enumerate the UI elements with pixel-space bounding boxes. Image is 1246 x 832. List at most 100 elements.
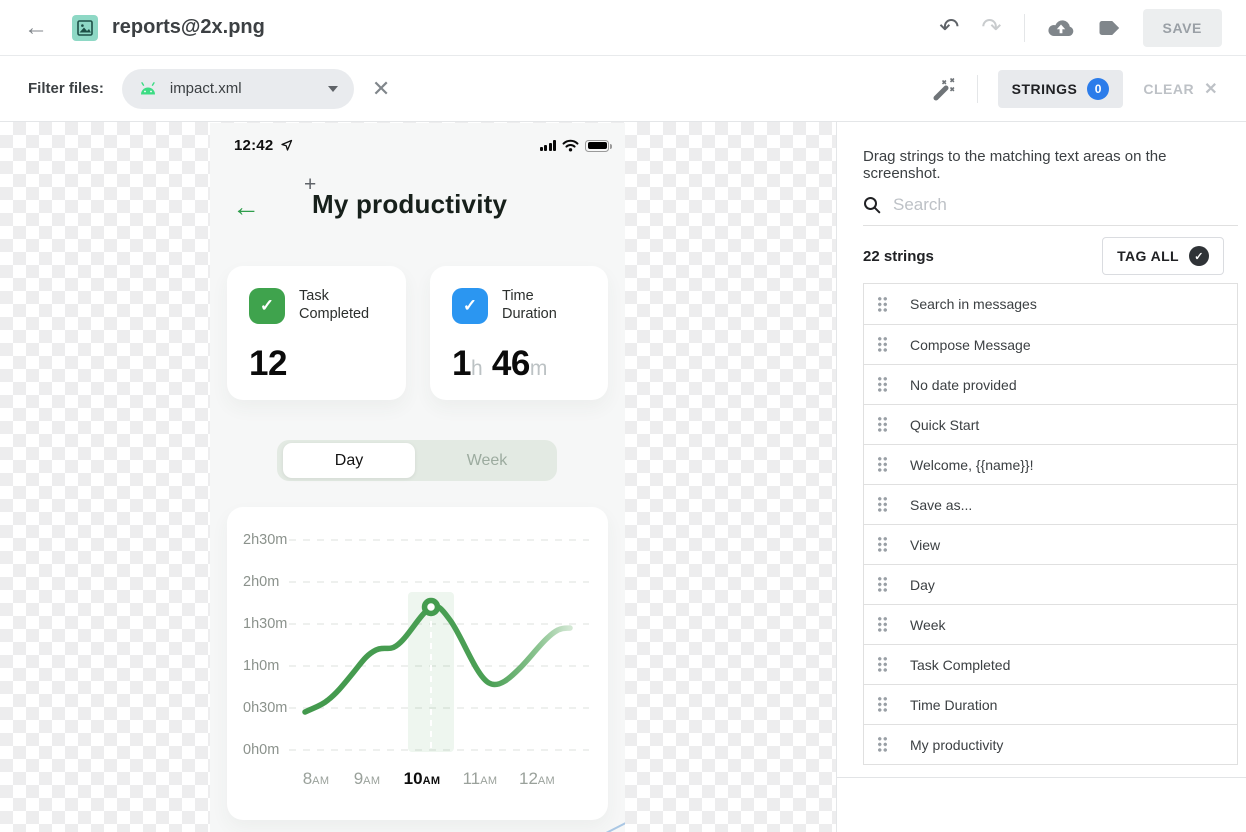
- divider: [977, 75, 978, 103]
- close-icon: ✕: [1204, 79, 1218, 99]
- drag-handle-icon[interactable]: [877, 576, 888, 593]
- strings-panel: Drag strings to the matching text areas …: [836, 122, 1246, 832]
- tag-icon: [1097, 19, 1121, 37]
- screenshot-editor: ← reports@2x.png ↶ ↷: [0, 0, 1246, 832]
- y-tick: 0h0m: [243, 742, 279, 758]
- undo-button[interactable]: ↶: [939, 16, 959, 40]
- top-bar: ← reports@2x.png ↶ ↷: [0, 0, 1246, 56]
- clear-file-filter-button[interactable]: ✕: [372, 76, 390, 102]
- blue-check-icon: ✓: [452, 288, 488, 324]
- tag-button[interactable]: [1097, 19, 1121, 37]
- battery-icon: [585, 140, 609, 152]
- productivity-chart-card: 2h30m 2h0m 1h30m 1h0m 0h30m 0h0m 8AM 9AM…: [227, 507, 608, 820]
- drag-handle-icon[interactable]: [877, 736, 888, 753]
- search-row: [863, 184, 1238, 226]
- cellular-signal-icon: [540, 140, 557, 151]
- selected-file-label: impact.xml: [170, 80, 242, 97]
- string-list-item[interactable]: Time Duration: [864, 684, 1237, 724]
- panel-instruction: Drag strings to the matching text areas …: [863, 148, 1246, 182]
- drag-handle-icon[interactable]: [877, 616, 888, 633]
- string-list-item[interactable]: No date provided: [864, 364, 1237, 404]
- y-tick: 1h0m: [243, 658, 279, 674]
- task-completed-card: ✓ Task Completed 12: [227, 266, 406, 400]
- strings-count-label: 22 strings: [863, 248, 934, 265]
- upload-button[interactable]: [1047, 18, 1075, 38]
- save-button[interactable]: SAVE: [1143, 9, 1223, 47]
- tagged-strings-count-badge: 0: [1087, 78, 1109, 100]
- divider: [1024, 14, 1025, 42]
- redo-button[interactable]: ↷: [981, 16, 1001, 40]
- panel-divider: [837, 777, 1246, 778]
- magic-wand-icon: [927, 74, 957, 104]
- string-list-item[interactable]: Quick Start: [864, 404, 1237, 444]
- tab-day[interactable]: Day: [283, 443, 415, 478]
- strings-toggle-button[interactable]: STRINGS 0: [998, 70, 1124, 108]
- string-list-item[interactable]: Save as...: [864, 484, 1237, 524]
- tag-all-label: TAG ALL: [1117, 248, 1179, 264]
- drag-handle-icon[interactable]: [877, 536, 888, 553]
- y-tick: 0h30m: [243, 700, 287, 716]
- status-icons: [540, 139, 610, 152]
- string-list-item[interactable]: Day: [864, 564, 1237, 604]
- filter-bar: Filter files: impact.xml ✕: [0, 56, 1246, 122]
- time-duration-card: ✓ Time Duration 1h 46m: [430, 266, 608, 400]
- drag-handle-icon[interactable]: [877, 296, 888, 313]
- drag-handle-icon[interactable]: [877, 416, 888, 433]
- string-list-item[interactable]: Welcome, {{name}}!: [864, 444, 1237, 484]
- card-label: Time Duration: [502, 287, 557, 323]
- task-completed-value: 12: [249, 344, 287, 384]
- search-icon: [863, 196, 881, 214]
- back-button[interactable]: ←: [24, 16, 48, 40]
- filter-bar-actions: STRINGS 0 CLEAR ✕: [927, 70, 1218, 108]
- check-circle-icon: ✓: [1189, 246, 1209, 266]
- tab-week[interactable]: Week: [417, 440, 557, 481]
- phone-screenshot[interactable]: 12:42 + ← My product: [210, 123, 625, 832]
- drag-handle-icon[interactable]: [877, 336, 888, 353]
- image-file-icon: [72, 15, 98, 41]
- phone-page-title: My productivity: [312, 189, 507, 220]
- peak-marker: [425, 601, 438, 614]
- string-list-item[interactable]: Week: [864, 604, 1237, 644]
- tag-all-button[interactable]: TAG ALL ✓: [1102, 237, 1224, 275]
- auto-tag-wand-button[interactable]: [927, 74, 957, 104]
- drag-handle-icon[interactable]: [877, 456, 888, 473]
- string-list-item[interactable]: Compose Message: [864, 324, 1237, 364]
- top-bar-actions: ↶ ↷ SAVE: [939, 9, 1222, 47]
- x-tick: 8AM: [303, 769, 330, 789]
- green-check-icon: ✓: [249, 288, 285, 324]
- search-input[interactable]: [893, 195, 1238, 215]
- document-title: reports@2x.png: [112, 16, 265, 39]
- drag-handle-icon[interactable]: [877, 496, 888, 513]
- android-icon: [138, 82, 158, 96]
- day-week-segmented-control: Day Week: [277, 440, 557, 481]
- string-list-item[interactable]: Search in messages: [864, 284, 1237, 324]
- x-tick-selected: 10AM: [404, 769, 441, 789]
- redo-icon: ↷: [981, 16, 1001, 40]
- undo-icon: ↶: [939, 16, 959, 40]
- location-arrow-icon: [280, 139, 293, 152]
- filter-files-label: Filter files:: [28, 80, 104, 97]
- string-list-item[interactable]: My productivity: [864, 724, 1237, 764]
- status-time: 12:42: [234, 137, 273, 154]
- clear-tags-button[interactable]: CLEAR ✕: [1143, 79, 1218, 99]
- drag-handle-icon[interactable]: [877, 376, 888, 393]
- strings-button-label: STRINGS: [1012, 81, 1078, 97]
- wifi-icon: [562, 139, 579, 152]
- file-filter-dropdown[interactable]: impact.xml: [122, 69, 354, 109]
- x-tick: 12AM: [519, 769, 555, 789]
- string-list-item[interactable]: View: [864, 524, 1237, 564]
- x-tick: 9AM: [354, 769, 381, 789]
- drag-handle-icon[interactable]: [877, 696, 888, 713]
- string-list-item[interactable]: Task Completed: [864, 644, 1237, 684]
- canvas-area: 12:42 + ← My product: [0, 122, 836, 832]
- y-tick: 2h0m: [243, 574, 279, 590]
- image-glyph: [76, 19, 94, 37]
- clear-button-label: CLEAR: [1143, 81, 1194, 97]
- drag-handle-icon[interactable]: [877, 656, 888, 673]
- phone-back-arrow-icon: ←: [232, 193, 260, 221]
- count-row: 22 strings TAG ALL ✓: [863, 236, 1224, 276]
- x-tick: 11AM: [463, 769, 498, 789]
- chevron-down-icon: [328, 86, 338, 92]
- cloud-upload-icon: [1047, 18, 1075, 38]
- phone-status-bar: 12:42: [234, 137, 609, 154]
